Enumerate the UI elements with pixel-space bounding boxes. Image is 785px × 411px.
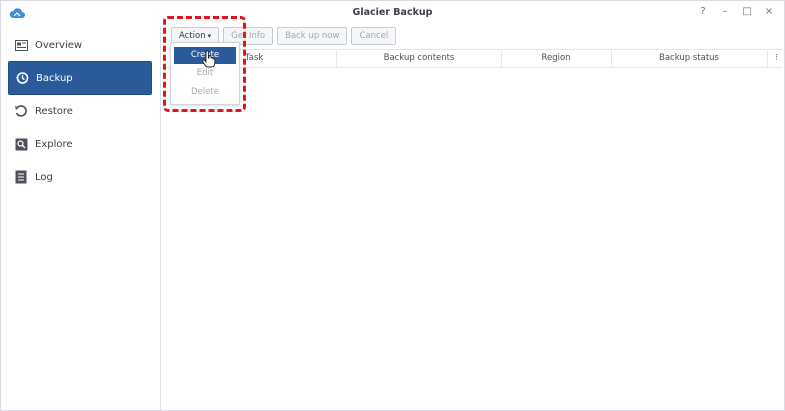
close-icon[interactable]: × <box>762 5 776 19</box>
column-header-region[interactable]: Region <box>501 50 612 67</box>
explore-icon <box>14 137 28 151</box>
sidebar-item-restore[interactable]: Restore <box>8 95 150 127</box>
column-header-backup-contents[interactable]: Backup contents <box>337 50 502 67</box>
sidebar-item-overview[interactable]: Overview <box>8 29 150 61</box>
glacier-backup-window: Glacier Backup ? – □ × Overview Backup R… <box>0 0 785 411</box>
cancel-button[interactable]: Cancel <box>351 27 397 45</box>
back-up-now-button[interactable]: Back up now <box>277 27 348 45</box>
backup-icon <box>15 71 29 85</box>
column-menu-icon[interactable]: ⁝ <box>775 50 778 67</box>
minimize-icon[interactable]: – <box>718 5 732 19</box>
window-title: Glacier Backup <box>352 7 433 18</box>
sidebar: Overview Backup Restore Explore Log <box>1 26 161 410</box>
table-header: Task Backup contents Region Backup statu… <box>161 49 782 68</box>
column-header-backup-status[interactable]: Backup status <box>611 50 768 67</box>
sidebar-item-label: Backup <box>36 72 73 84</box>
maximize-icon[interactable]: □ <box>740 5 754 19</box>
sidebar-item-label: Restore <box>35 105 73 117</box>
sidebar-item-label: Log <box>35 171 53 183</box>
sidebar-item-backup[interactable]: Backup <box>8 61 152 95</box>
overview-icon <box>14 38 28 52</box>
sidebar-item-log[interactable]: Log <box>8 161 150 193</box>
log-icon <box>14 170 28 184</box>
sidebar-item-label: Explore <box>35 138 73 150</box>
hand-cursor-icon <box>202 50 216 68</box>
window-controls: ? – □ × <box>696 5 776 19</box>
help-icon[interactable]: ? <box>696 5 710 19</box>
sidebar-item-label: Overview <box>35 39 83 51</box>
restore-icon <box>14 104 28 118</box>
main-panel: Action ▾ Get Info Back up now Cancel Task… <box>161 26 784 410</box>
sidebar-item-explore[interactable]: Explore <box>8 128 150 160</box>
title-bar: Glacier Backup ? – □ × <box>1 1 784 26</box>
